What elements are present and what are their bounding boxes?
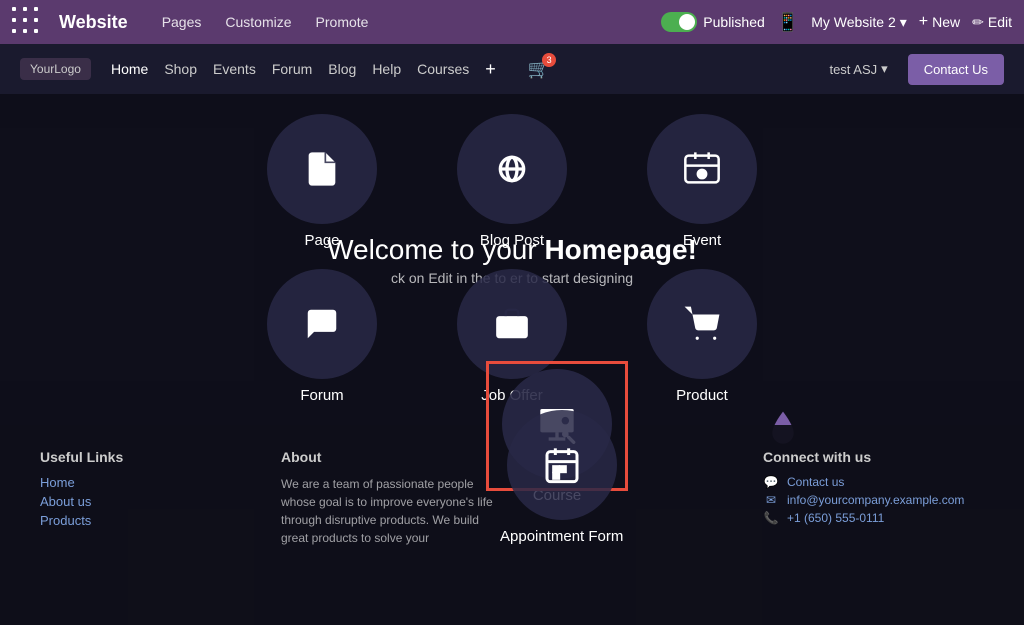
- footer-link-about[interactable]: About us: [40, 494, 261, 509]
- site-navbar: YourLogo Home Shop Events Forum Blog Hel…: [0, 44, 1024, 94]
- website-selector[interactable]: My Website 2 ▾: [811, 14, 907, 31]
- pages-link[interactable]: Pages: [152, 10, 212, 34]
- site-link-forum[interactable]: Forum: [272, 61, 312, 77]
- contact-button[interactable]: Contact Us: [908, 54, 1004, 85]
- footer-about-title: About: [281, 449, 502, 465]
- forum-circle: [267, 269, 377, 379]
- main-content: Welcome to your Homepage! ck on Edit in …: [0, 94, 1024, 625]
- footer-col-connect: Connect with us 💬 Contact us ✉ info@your…: [763, 449, 984, 601]
- cart-icon-wrap[interactable]: 🛒 3: [528, 59, 550, 80]
- page-circle: [267, 114, 377, 224]
- product-label: Product: [676, 387, 728, 404]
- phone-icon: 📞: [763, 511, 779, 525]
- site-link-shop[interactable]: Shop: [164, 61, 197, 77]
- published-label: Published: [703, 14, 765, 30]
- footer-col-about: About We are a team of passionate people…: [281, 449, 502, 601]
- blogpost-label: Blog Post: [480, 232, 544, 249]
- forum-label: Forum: [300, 387, 343, 404]
- pencil-icon: ✏: [972, 14, 984, 31]
- circle-item-blogpost[interactable]: Blog Post: [457, 114, 567, 249]
- site-logo[interactable]: YourLogo: [20, 58, 91, 80]
- published-toggle-wrap: Published: [661, 12, 765, 32]
- site-link-blog[interactable]: Blog: [328, 61, 356, 77]
- chat-icon: 💬: [763, 475, 779, 489]
- site-link-courses[interactable]: Courses: [417, 61, 469, 77]
- plus-icon: +: [919, 13, 928, 31]
- edit-button[interactable]: ✏ Edit: [972, 14, 1012, 31]
- user-chevron-icon: ▾: [881, 61, 888, 77]
- circle-item-product[interactable]: Product: [647, 269, 757, 404]
- chevron-down-icon: ▾: [900, 14, 907, 31]
- apps-grid-icon[interactable]: [12, 7, 43, 38]
- email-icon: ✉: [763, 493, 779, 507]
- site-link-home[interactable]: Home: [111, 61, 148, 77]
- footer-col-links: Useful Links Home About us Products: [40, 449, 261, 601]
- top-navbar: Website Pages Customize Promote Publishe…: [0, 0, 1024, 44]
- appointment-circle: [507, 410, 617, 520]
- site-link-events[interactable]: Events: [213, 61, 256, 77]
- circle-item-appointment[interactable]: Appointment Form: [500, 410, 623, 545]
- customize-link[interactable]: Customize: [215, 10, 301, 34]
- footer-phone[interactable]: 📞 +1 (650) 555-0111: [763, 511, 984, 525]
- footer-link-products[interactable]: Products: [40, 513, 261, 528]
- cart-badge: 3: [542, 53, 556, 67]
- circle-item-forum[interactable]: Forum: [267, 269, 377, 404]
- promote-link[interactable]: Promote: [306, 10, 379, 34]
- add-nav-link-icon[interactable]: +: [485, 59, 496, 80]
- footer-contact-us[interactable]: 💬 Contact us: [763, 475, 984, 489]
- event-label: Event: [683, 232, 721, 249]
- page-label: Page: [304, 232, 339, 249]
- footer-connect-title: Connect with us: [763, 449, 984, 465]
- top-nav-right: Published 📱 My Website 2 ▾ + New ✏ Edit: [661, 12, 1012, 33]
- published-toggle[interactable]: [661, 12, 697, 32]
- circle-item-event[interactable]: Event: [647, 114, 757, 249]
- product-circle: [647, 269, 757, 379]
- blogpost-circle: [457, 114, 567, 224]
- circle-item-page[interactable]: Page: [267, 114, 377, 249]
- footer-email[interactable]: ✉ info@yourcompany.example.com: [763, 493, 984, 507]
- site-nav-links: Home Shop Events Forum Blog Help Courses…: [111, 59, 496, 80]
- joboffer-circle: [457, 269, 567, 379]
- brand-title: Website: [59, 12, 128, 33]
- top-nav-links: Pages Customize Promote: [152, 10, 379, 34]
- user-menu[interactable]: test ASJ ▾: [829, 61, 887, 77]
- footer-about-text: We are a team of passionate people whose…: [281, 475, 502, 547]
- circles-row-1: Page Blog Post: [267, 114, 757, 249]
- footer-links-title: Useful Links: [40, 449, 261, 465]
- mobile-preview-icon[interactable]: 📱: [777, 12, 799, 33]
- footer-link-home[interactable]: Home: [40, 475, 261, 490]
- site-link-help[interactable]: Help: [372, 61, 401, 77]
- event-circle: [647, 114, 757, 224]
- appointment-label: Appointment Form: [500, 528, 623, 545]
- new-button[interactable]: + New: [919, 13, 960, 31]
